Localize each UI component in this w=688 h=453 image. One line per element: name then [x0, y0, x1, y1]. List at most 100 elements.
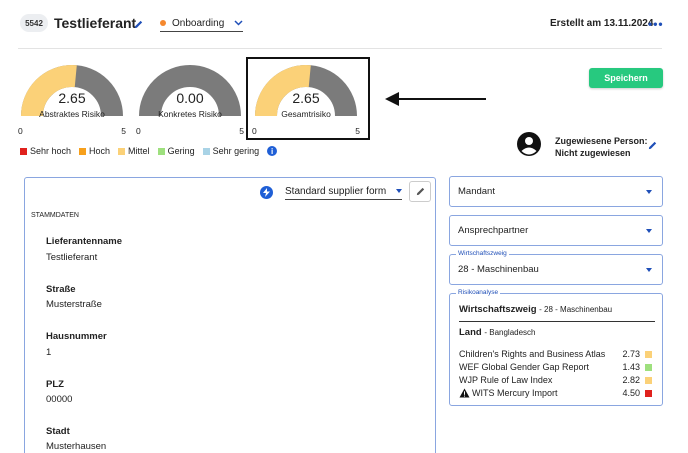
field-value: Musterstraße [46, 299, 102, 310]
field-value: Musterhausen [46, 441, 107, 452]
save-button[interactable]: Speichern [589, 68, 663, 88]
assigned-person-label: Zugewiesene Person: [555, 136, 648, 146]
gauge-value: 2.65 [58, 90, 86, 106]
edit-title-button[interactable] [132, 18, 144, 30]
legend-swatch [157, 147, 165, 155]
gauge-max: 5 [121, 126, 126, 136]
risk-row: WJP Rule of Law Index 2.82 [459, 374, 652, 386]
legend-label: Gering [167, 146, 195, 156]
legend-label: Sehr hoch [30, 146, 72, 156]
legend-swatch [20, 147, 27, 155]
caret-down-icon [646, 228, 652, 233]
gauge-abstract-risk: 2.65 Abstraktes Risiko 0 5 [18, 64, 126, 136]
caret-down-icon [646, 267, 652, 272]
risk-row-value: 4.50 [622, 388, 640, 398]
risk-row: WEF Global Gender Gap Report 1.43 [459, 361, 652, 373]
industry-label: Wirtschaftszweig [456, 250, 509, 257]
risk-row-name: Children's Rights and Business Atlas [459, 349, 606, 359]
master-data-card [24, 177, 436, 453]
risk-row: WITS Mercury Import 4.50 [459, 387, 652, 399]
more-options-icon[interactable]: ••• [648, 17, 664, 31]
risk-row: Children's Rights and Business Atlas 2.7… [459, 348, 652, 360]
gauge-value: 0.00 [176, 90, 204, 106]
legend-swatch [79, 147, 87, 155]
pencil-icon [648, 141, 656, 149]
chevron-down-icon [234, 20, 243, 26]
pencil-icon [134, 20, 142, 28]
risk-analysis-card: Risikoanalyse Wirtschaftszweig - 28 - Ma… [449, 289, 663, 406]
risk-row-name: WEF Global Gender Gap Report [459, 362, 590, 372]
field-label: Stadt [46, 426, 70, 437]
risk-branch: Wirtschaftszweig - 28 - Maschinenbau [459, 304, 612, 315]
assigned-person-value: Nicht zugewiesen [555, 148, 631, 158]
legend-item: Mittel [118, 146, 150, 156]
legend-swatch [118, 147, 126, 155]
legend-label: Hoch [89, 146, 111, 156]
field-value: Testlieferant [46, 252, 98, 263]
risk-row-swatch [645, 363, 652, 371]
risk-legend: Sehr hoch Hoch Mittel Gering Sehr gering… [20, 146, 278, 156]
avatar-icon [517, 132, 541, 156]
mandant-select[interactable]: Mandant [449, 176, 663, 207]
risk-row-swatch [645, 350, 652, 358]
risk-row-value: 2.73 [622, 349, 640, 359]
legend-item: Gering [157, 146, 195, 156]
risk-row-value: 2.82 [622, 375, 640, 385]
risk-row-name-wrap: WITS Mercury Import [459, 388, 610, 398]
info-icon[interactable]: i [267, 146, 278, 156]
legend-item: Sehr hoch [20, 146, 71, 156]
risk-analysis-label: Risikoanalyse [456, 289, 501, 296]
field-label: PLZ [46, 379, 64, 390]
warning-icon [459, 388, 470, 398]
caret-down-icon [646, 189, 652, 194]
gauge-min: 0 [18, 126, 23, 136]
assigned-person: Zugewiesene Person: Nicht zugewiesen [555, 135, 648, 159]
field-label: Lieferantenname [46, 236, 123, 247]
legend-item: Hoch [79, 146, 110, 156]
risk-country-value: - Bangladesch [484, 328, 536, 337]
legend-label: Mittel [128, 146, 150, 156]
gauge-concrete-risk: 0.00 Konkretes Risiko 0 5 [136, 64, 244, 136]
risk-row-value: 1.43 [622, 362, 640, 372]
field-value: 00000 [46, 394, 73, 405]
legend-swatch [202, 147, 210, 155]
industry-value: 28 - Maschinenbau [458, 264, 539, 275]
status-value: Onboarding [172, 17, 225, 29]
created-date: Erstellt am 13.11.2024 [550, 18, 654, 29]
lightning-icon [260, 186, 273, 199]
risk-country-label: Land [459, 327, 482, 338]
risk-branch-label: Wirtschaftszweig [459, 304, 537, 315]
form-template-value: Standard supplier form [285, 185, 387, 197]
contact-placeholder: Ansprechpartner [458, 225, 529, 236]
status-dot [160, 20, 166, 26]
caret-down-icon [396, 189, 402, 193]
edit-assigned-button[interactable] [646, 139, 658, 151]
legend-item: Sehr gering [202, 146, 260, 156]
field-value: 1 [46, 347, 52, 358]
pencil-icon [416, 187, 424, 196]
legend-label: Sehr gering [212, 146, 260, 156]
gauge-label: Konkretes Risiko [158, 109, 222, 119]
risk-row-swatch [645, 376, 652, 384]
page-title: Testlieferant [54, 15, 137, 31]
risk-divider [459, 321, 655, 322]
risk-branch-value: - 28 - Maschinenbau [539, 305, 613, 314]
section-title: STAMMDATEN [31, 212, 79, 219]
status-select[interactable]: Onboarding [160, 15, 243, 32]
highlight-box [246, 57, 370, 140]
edit-form-button[interactable] [409, 181, 431, 202]
risk-row-swatch [645, 389, 652, 397]
risk-row-name: WITS Mercury Import [472, 388, 558, 398]
header-divider [18, 48, 662, 49]
field-label: Hausnummer [46, 331, 107, 342]
field-label: Straße [46, 284, 76, 295]
gauge-max: 5 [239, 126, 244, 136]
contact-select[interactable]: Ansprechpartner [449, 215, 663, 246]
form-template-select[interactable]: Standard supplier form [285, 183, 402, 200]
supplier-id-badge: 5542 [20, 14, 48, 32]
gauge-label: Abstraktes Risiko [39, 109, 105, 119]
industry-select[interactable]: Wirtschaftszweig 28 - Maschinenbau [449, 250, 663, 285]
risk-row-name: WJP Rule of Law Index [459, 375, 553, 385]
mandant-placeholder: Mandant [458, 186, 495, 197]
gauge-min: 0 [136, 126, 141, 136]
